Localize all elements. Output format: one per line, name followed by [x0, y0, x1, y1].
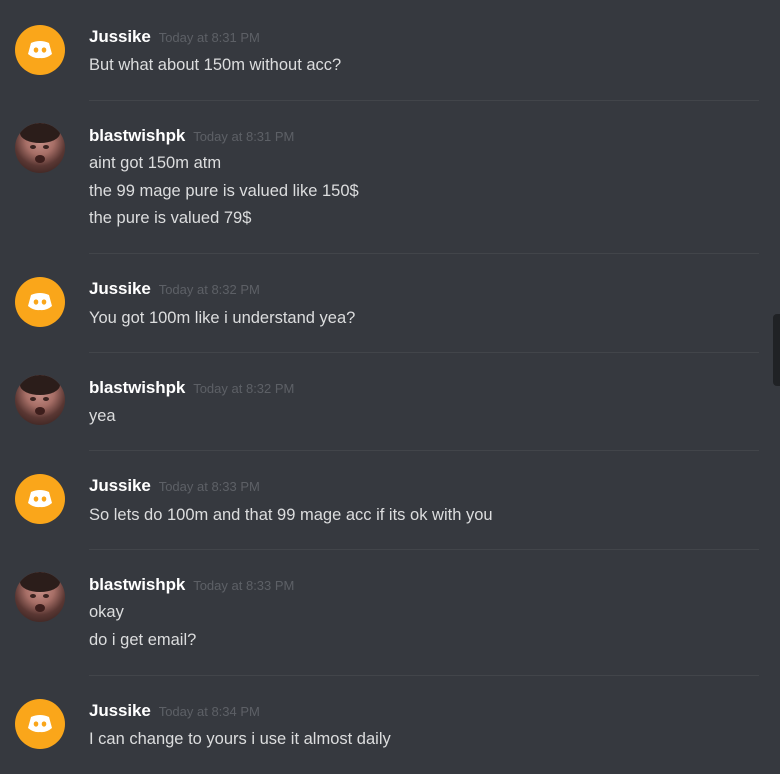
username[interactable]: Jussike [89, 476, 151, 496]
avatar[interactable] [15, 699, 65, 749]
username[interactable]: Jussike [89, 27, 151, 47]
discord-logo-icon [28, 490, 52, 508]
avatar[interactable] [15, 123, 65, 173]
user-photo-icon [20, 375, 60, 415]
chat-messages-panel: Jussike Today at 8:31 PM But what about … [0, 0, 780, 774]
scrollbar-thumb[interactable] [773, 314, 780, 386]
avatar[interactable] [15, 474, 65, 524]
message-text: But what about 150m without acc? [89, 56, 342, 74]
message-timestamp: Today at 8:31 PM [158, 30, 260, 45]
message-text: So lets do 100m and that 99 mage acc if … [89, 506, 493, 524]
message-timestamp: Today at 8:33 PM [193, 578, 295, 593]
message-timestamp: Today at 8:33 PM [158, 479, 260, 494]
user-photo-icon [20, 572, 60, 612]
message-timestamp: Today at 8:34 PM [158, 704, 260, 719]
message-divider [89, 549, 759, 550]
message-divider [89, 675, 759, 676]
avatar[interactable] [15, 375, 65, 425]
user-photo-icon [20, 123, 60, 163]
message-text: You got 100m like i understand yea? [89, 309, 356, 327]
username[interactable]: blastwishpk [89, 378, 185, 398]
avatar[interactable] [15, 277, 65, 327]
discord-logo-icon [28, 715, 52, 733]
message-text: aint got 150m atm [89, 154, 222, 172]
message-text: the 99 mage pure is valued like 150$ [89, 181, 359, 200]
message-text: okay [89, 603, 124, 621]
discord-logo-icon [28, 293, 52, 311]
message-timestamp: Today at 8:31 PM [193, 129, 295, 144]
message-divider [89, 352, 759, 353]
avatar[interactable] [15, 25, 65, 75]
message-text: the pure is valued 79$ [89, 209, 252, 227]
message-text: I can change to yours i use it almost da… [89, 730, 391, 748]
message-divider [89, 450, 759, 451]
message-divider [89, 253, 759, 254]
username[interactable]: Jussike [89, 279, 151, 299]
username[interactable]: Jussike [89, 701, 151, 721]
message-text: do i get email? [89, 630, 197, 649]
avatar[interactable] [15, 572, 65, 622]
message-timestamp: Today at 8:32 PM [193, 381, 295, 396]
username[interactable]: blastwishpk [89, 126, 185, 146]
message-text: yea [89, 407, 116, 425]
username[interactable]: blastwishpk [89, 575, 185, 595]
discord-logo-icon [28, 41, 52, 59]
message-divider [89, 100, 759, 101]
message-timestamp: Today at 8:32 PM [158, 282, 260, 297]
